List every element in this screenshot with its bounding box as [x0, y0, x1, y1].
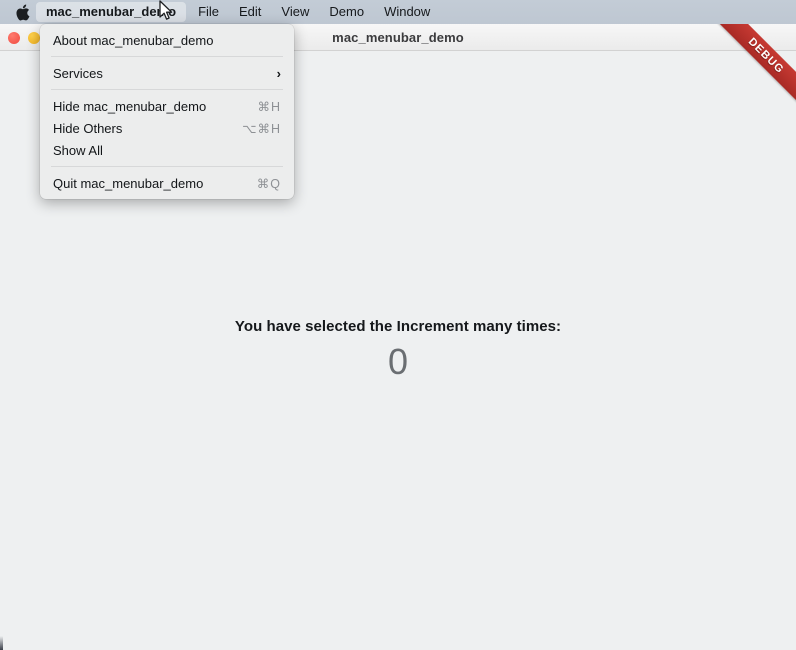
- menubar-item-edit[interactable]: Edit: [229, 2, 271, 22]
- menu-item-hide-others-label: Hide Others: [53, 120, 123, 136]
- menu-separator: [51, 56, 283, 57]
- menu-item-services-label: Services: [53, 65, 103, 81]
- system-menubar: mac_menubar_demo File Edit View Demo Win…: [0, 0, 796, 24]
- close-window-button[interactable]: [8, 31, 20, 44]
- menu-item-hide-others-shortcut: ⌥⌘H: [242, 121, 281, 136]
- menubar-item-app-name[interactable]: mac_menubar_demo: [36, 2, 187, 22]
- menu-item-show-all[interactable]: Show All: [40, 139, 294, 161]
- counter-label: You have selected the Increment many tim…: [234, 318, 562, 335]
- menu-item-hide-app[interactable]: Hide mac_menubar_demo ⌘H: [40, 95, 294, 117]
- menu-item-services[interactable]: Services ›: [40, 62, 294, 84]
- menu-item-about[interactable]: About mac_menubar_demo: [40, 29, 294, 51]
- menu-item-hide-app-shortcut: ⌘H: [257, 99, 281, 114]
- app-menu-dropdown: About mac_menubar_demo Services › Hide m…: [40, 24, 294, 199]
- menu-item-about-label: About mac_menubar_demo: [53, 32, 214, 48]
- counter-value: 0: [387, 341, 409, 382]
- menu-item-show-all-label: Show All: [53, 142, 103, 158]
- menu-item-quit[interactable]: Quit mac_menubar_demo ⌘Q: [40, 172, 294, 194]
- window-edge-artifact: [0, 636, 3, 650]
- menu-item-quit-label: Quit mac_menubar_demo: [53, 175, 204, 191]
- menu-separator: [51, 89, 283, 90]
- chevron-right-icon: ›: [276, 65, 281, 81]
- menu-separator: [51, 166, 283, 167]
- minimize-window-button[interactable]: [28, 31, 40, 44]
- menu-item-hide-app-label: Hide mac_menubar_demo: [53, 98, 207, 114]
- menu-item-hide-others[interactable]: Hide Others ⌥⌘H: [40, 117, 294, 139]
- menubar-item-file[interactable]: File: [188, 2, 229, 22]
- menu-item-quit-shortcut: ⌘Q: [256, 176, 281, 191]
- menubar-item-view[interactable]: View: [271, 2, 319, 22]
- apple-logo-icon[interactable]: [10, 0, 36, 24]
- menubar-item-window[interactable]: Window: [374, 2, 440, 22]
- menubar-item-demo[interactable]: Demo: [319, 2, 374, 22]
